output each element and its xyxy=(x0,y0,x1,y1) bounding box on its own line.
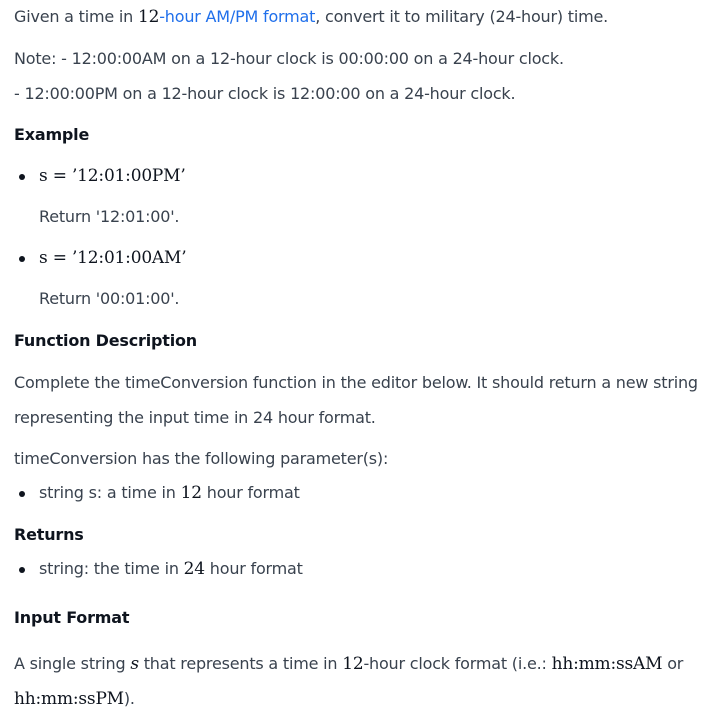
input-format-line-2: hh:mm:ssPM). xyxy=(14,688,135,710)
input-format-am-format: hh:mm:ssAM xyxy=(551,654,663,674)
bullet-dot xyxy=(19,567,25,573)
param-suffix: hour format xyxy=(201,483,300,502)
input-format-line2-suffix: ). xyxy=(123,689,135,708)
input-format-heading: Input Format xyxy=(14,608,130,627)
example-2-math: s = ’12:01:00AM’ xyxy=(39,248,187,268)
bullet-dot xyxy=(19,174,25,180)
param-math: 12 xyxy=(180,483,202,503)
function-description-line-2: representing the input time in 24 hour f… xyxy=(14,408,376,427)
function-description-line-1: Complete the timeConversion function in … xyxy=(14,373,698,392)
intro-format-link[interactable]: -hour AM/PM format xyxy=(159,7,315,26)
input-format-mid: that represents a time in xyxy=(138,654,343,673)
intro-paragraph: Given a time in 12-hour AM/PM format, co… xyxy=(14,6,608,28)
input-format-mid2: -hour clock format (i.e.: xyxy=(363,654,552,673)
returns-math: 24 xyxy=(183,559,205,579)
example-2-result: Return '00:01:00'. xyxy=(39,289,180,308)
param-prefix: string s: a time in xyxy=(39,483,181,502)
returns-prefix: string: the time in xyxy=(39,559,184,578)
bullet-dot xyxy=(19,256,25,262)
example-1-result: Return '12:01:00'. xyxy=(39,207,180,226)
bullet-dot xyxy=(19,491,25,497)
input-format-pm-format: hh:mm:ssPM xyxy=(14,689,124,709)
function-description-heading: Function Description xyxy=(14,331,197,350)
input-format-prefix: A single string xyxy=(14,654,131,673)
input-format-var: s xyxy=(130,654,139,674)
example-heading: Example xyxy=(14,125,90,144)
input-format-or: or xyxy=(662,654,684,673)
param-item: string s: a time in 12 hour format xyxy=(39,482,300,504)
example-1-math: s = ’12:01:00PM’ xyxy=(39,166,186,186)
returns-heading: Returns xyxy=(14,525,84,544)
input-format-line-1: A single string s that represents a time… xyxy=(14,653,683,675)
returns-suffix: hour format xyxy=(204,559,303,578)
intro-suffix: , convert it to military (24-hour) time. xyxy=(315,7,609,26)
note-line-2: - 12:00:00PM on a 12-hour clock is 12:00… xyxy=(14,84,516,103)
returns-item: string: the time in 24 hour format xyxy=(39,558,303,580)
intro-math-12: 12 xyxy=(137,7,160,27)
note-line-1: Note: - 12:00:00AM on a 12-hour clock is… xyxy=(14,49,564,68)
params-intro: timeConversion has the following paramet… xyxy=(14,449,389,468)
intro-prefix: Given a time in xyxy=(14,7,138,26)
input-format-math-12: 12 xyxy=(342,654,364,674)
